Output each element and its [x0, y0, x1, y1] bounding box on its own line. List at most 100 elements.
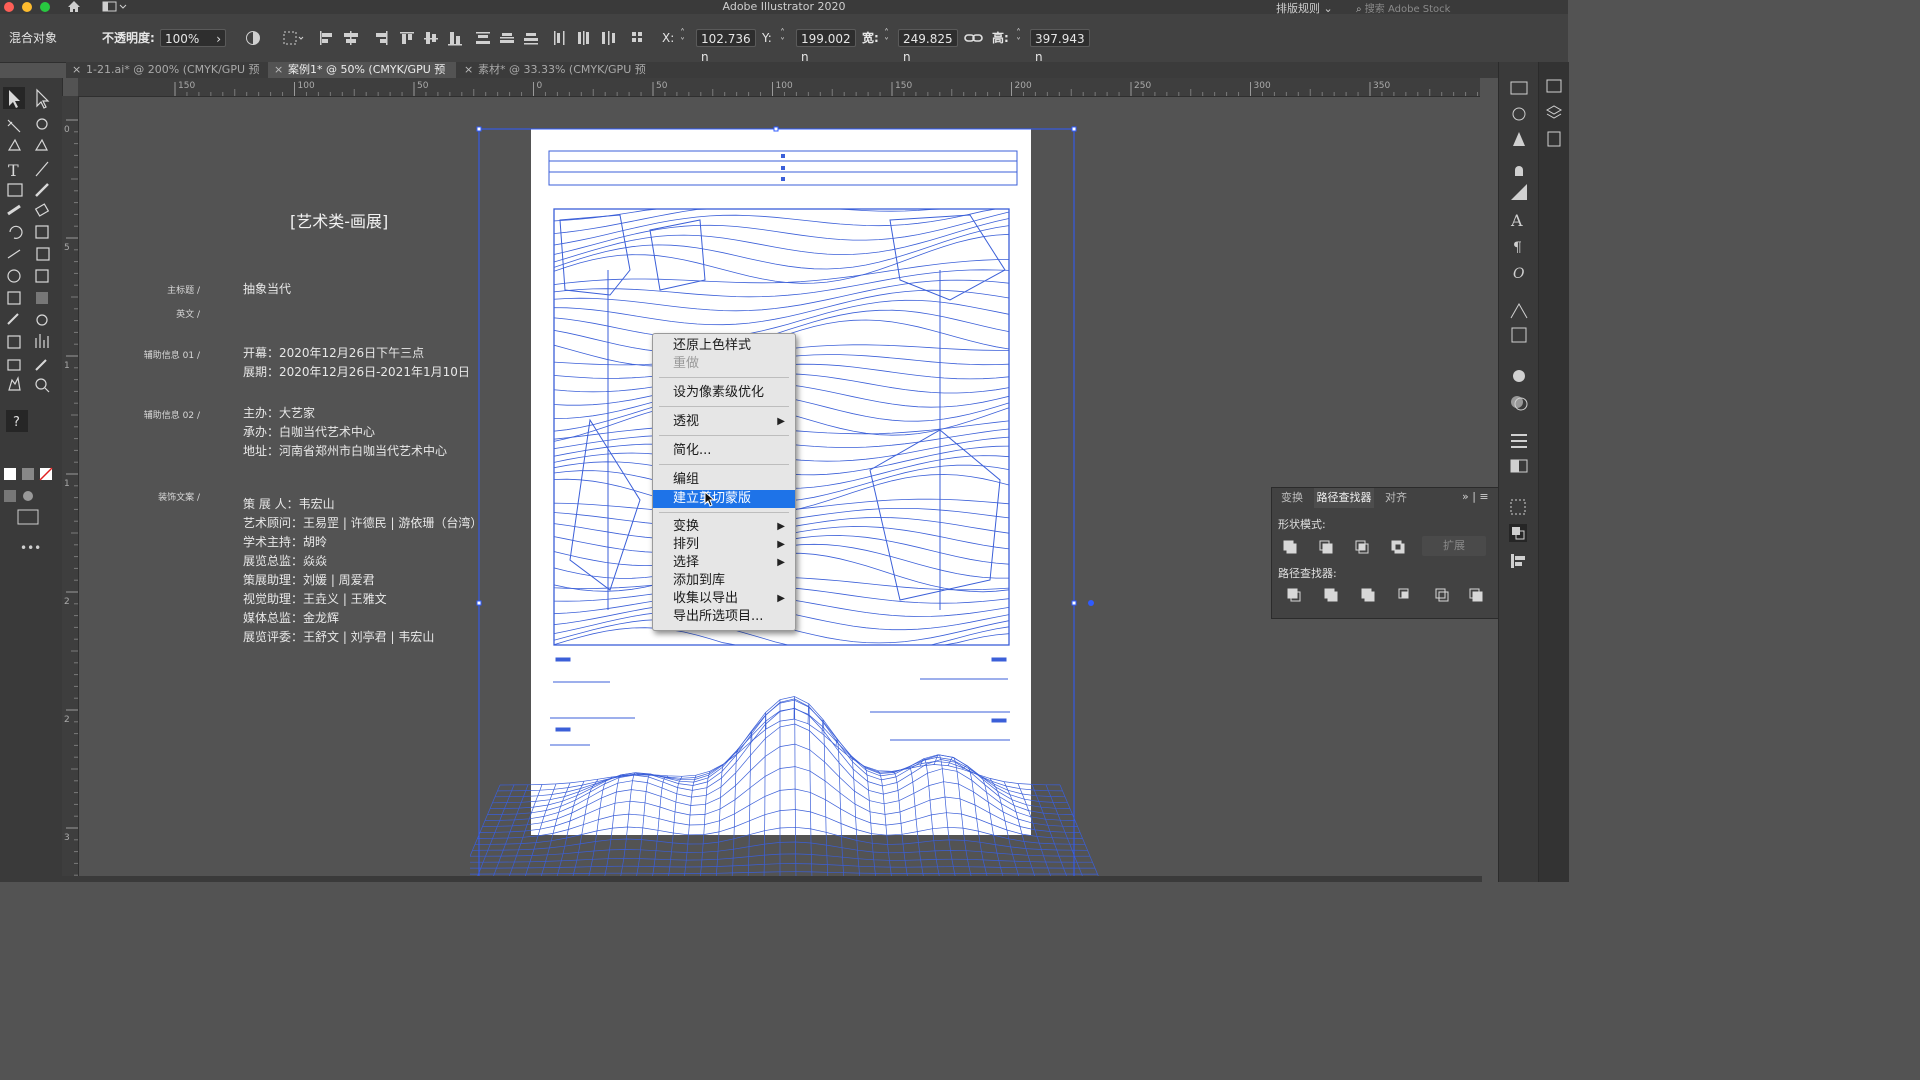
svg-text:¶: ¶ — [1513, 240, 1522, 256]
vertical-ruler[interactable]: 0 5 1 1 2 2 3 — [62, 96, 79, 876]
submenu-arrow-icon: ▶ — [777, 416, 785, 427]
x-stepper[interactable]: ˄ ˅ — [680, 29, 694, 48]
menu-item-label: 添加到库 — [673, 573, 726, 588]
pathfinder-buttons[interactable] — [1286, 587, 1486, 605]
dock-panel-icons[interactable]: A ¶ O — [1499, 62, 1539, 582]
status-bar — [62, 876, 1482, 882]
horizontal-ruler-ticks: 150 100 50 0 50 100 150 200 250 300 350 — [174, 81, 1479, 96]
deco-line: 展览总监：焱焱 — [243, 554, 328, 568]
menu-item-make-clipping-mask[interactable]: 建立剪切蒙版 — [653, 490, 795, 508]
close-icon[interactable]: × — [464, 62, 473, 78]
menu-item-select[interactable]: 选择 ▶ — [653, 554, 795, 572]
panel-dock-icons: A ¶ O — [1498, 62, 1539, 882]
menu-item-label: 收集以导出 — [673, 591, 739, 606]
ruler-label: 100 — [298, 81, 315, 91]
submenu-arrow-icon: ▶ — [777, 557, 785, 568]
deco-line: 展览评委：王舒文 | 刘亭君 | 韦宏山 — [243, 630, 435, 644]
label-main-title: 主标题 / — [167, 286, 200, 296]
ruler-label: 200 — [1015, 81, 1032, 91]
constrain-proportions-link-icon[interactable] — [964, 31, 984, 45]
main-title-text: 抽象当代 — [243, 282, 292, 296]
shape-modes-label: 形状模式: — [1278, 518, 1326, 531]
y-label: Y: — [762, 31, 772, 45]
label-english: 英文 / — [176, 310, 200, 320]
aux2-line: 主办：大艺家 — [243, 406, 316, 420]
menu-item-perspective[interactable]: 透视 ▶ — [653, 413, 795, 431]
label-deco: 装饰文案 / — [158, 493, 200, 503]
width-stepper[interactable]: ˄ ˅ — [884, 29, 898, 48]
tab-align[interactable]: 对齐 — [1376, 488, 1416, 508]
ruler-label: 50 — [656, 81, 668, 91]
tab-document-1[interactable]: × 1-21.ai* @ 200% (CMYK/GPU 预览) — [66, 62, 266, 92]
menu-separator — [659, 512, 789, 513]
align-distribute-icons[interactable] — [318, 30, 648, 46]
menu-item-redo: 重做 — [653, 355, 795, 373]
menu-item-transform[interactable]: 变换 ▶ — [653, 518, 795, 536]
menu-separator — [659, 435, 789, 436]
menu-item-pixel-optimize[interactable]: 设为像素级优化 — [653, 384, 795, 402]
opacity-input[interactable]: 100% › — [160, 29, 226, 47]
align-to-selection-icon[interactable] — [282, 30, 304, 46]
menu-item-arrange[interactable]: 排列 ▶ — [653, 536, 795, 554]
tab-pathfinder[interactable]: 路径查找器 — [1314, 488, 1374, 508]
menu-item-collect-for-export[interactable]: 收集以导出 ▶ — [653, 590, 795, 608]
aux1-line: 展期：2020年12月26日-2021年1月10日 — [243, 365, 470, 379]
menu-item-label: 还原上色样式 — [673, 338, 752, 353]
ruler-label: 2 — [64, 597, 70, 607]
aux2-line: 地址：河南省郑州市白咖当代艺术中心 — [243, 444, 448, 458]
secondary-dock-icons[interactable] — [1539, 62, 1569, 162]
height-label: 高: — [992, 31, 1009, 45]
tab-document-3[interactable]: × 素材* @ 33.33% (CMYK/GPU 预览) — [458, 62, 658, 92]
menu-item-undo-recolor[interactable]: 还原上色样式 — [653, 337, 795, 355]
menu-item-label: 透视 — [673, 414, 700, 429]
deco-line: 视觉助理：王垚义 | 王雅文 — [243, 592, 387, 606]
x-input[interactable]: 102.736 n — [696, 29, 756, 64]
submenu-arrow-icon: ▶ — [777, 593, 785, 604]
ruler-label: 1 — [64, 479, 70, 489]
control-bar: 混合对象 不透明度: 100% › X: ˄ ˅ 102.736 n Y: ˄ ˅ … — [0, 14, 1568, 64]
close-icon[interactable]: × — [274, 62, 283, 78]
expand-button[interactable]: 扩展 — [1422, 536, 1486, 556]
deco-line: 艺术顾问：王易罡 | 许德民 | 游依珊（台湾） — [243, 516, 483, 530]
shape-mode-buttons[interactable] — [1282, 538, 1412, 556]
stock-search-field[interactable]: ⌕ 搜索 Adobe Stock — [1356, 0, 1516, 15]
title-bar: Adobe Illustrator 2020 排版规则 ⌄ ⌕ 搜索 Adobe… — [0, 0, 1568, 15]
menu-item-label: 排列 — [673, 537, 700, 552]
menu-item-label: 编组 — [673, 472, 700, 487]
label-aux1: 辅助信息 01 / — [143, 351, 200, 361]
height-stepper[interactable]: ˄ ˅ — [1016, 29, 1030, 48]
pathfinders-label: 路径查找器: — [1278, 567, 1337, 580]
ruler-label: 100 — [776, 81, 793, 91]
menu-item-label: 导出所选项目... — [673, 609, 764, 624]
info-title: [艺术类-画展] — [290, 212, 389, 231]
ruler-label: 150 — [178, 81, 195, 91]
recolor-artwork-icon[interactable] — [245, 30, 261, 46]
menu-separator — [659, 464, 789, 465]
rotate-handle[interactable] — [1088, 600, 1094, 606]
menu-item-label: 重做 — [673, 356, 700, 371]
width-input[interactable]: 249.825 n — [898, 29, 958, 64]
y-stepper[interactable]: ˄ ˅ — [780, 29, 794, 48]
menu-item-label: 变换 — [673, 519, 700, 534]
menu-item-simplify[interactable]: 简化... — [653, 442, 795, 460]
menu-item-export-selection[interactable]: 导出所选项目... — [653, 608, 795, 626]
panel-menu-icon[interactable]: » | ≡ — [1462, 490, 1489, 503]
close-icon[interactable]: × — [72, 62, 81, 78]
ruler-label: 2 — [64, 715, 70, 725]
svg-text:A: A — [1510, 211, 1523, 230]
tab-transform[interactable]: 变换 — [1272, 488, 1312, 508]
tool-icons[interactable]: T ? ••• — [0, 84, 62, 564]
mesh-row — [470, 863, 1095, 869]
label-aux2: 辅助信息 02 / — [143, 411, 200, 421]
menu-item-add-to-library[interactable]: 添加到库 — [653, 572, 795, 590]
tab-document-2[interactable]: × 案例1* @ 50% (CMYK/GPU 预览) — [268, 62, 456, 92]
selection-type-label: 混合对象 — [9, 31, 58, 45]
pathfinder-panel: 变换 路径查找器 对齐 » | ≡ 形状模式: 扩展 路径查找器: — [1271, 487, 1499, 619]
ruler-label: 50 — [417, 81, 429, 91]
y-input[interactable]: 199.002 n — [796, 29, 856, 64]
height-input[interactable]: 397.943 n — [1030, 29, 1090, 64]
chevron-right-icon: › — [216, 32, 221, 46]
menu-item-group[interactable]: 编组 — [653, 471, 795, 489]
horizontal-ruler[interactable]: 150 100 50 0 50 100 150 200 250 300 350 — [78, 78, 1480, 97]
ruler-label: 0 — [537, 81, 543, 91]
